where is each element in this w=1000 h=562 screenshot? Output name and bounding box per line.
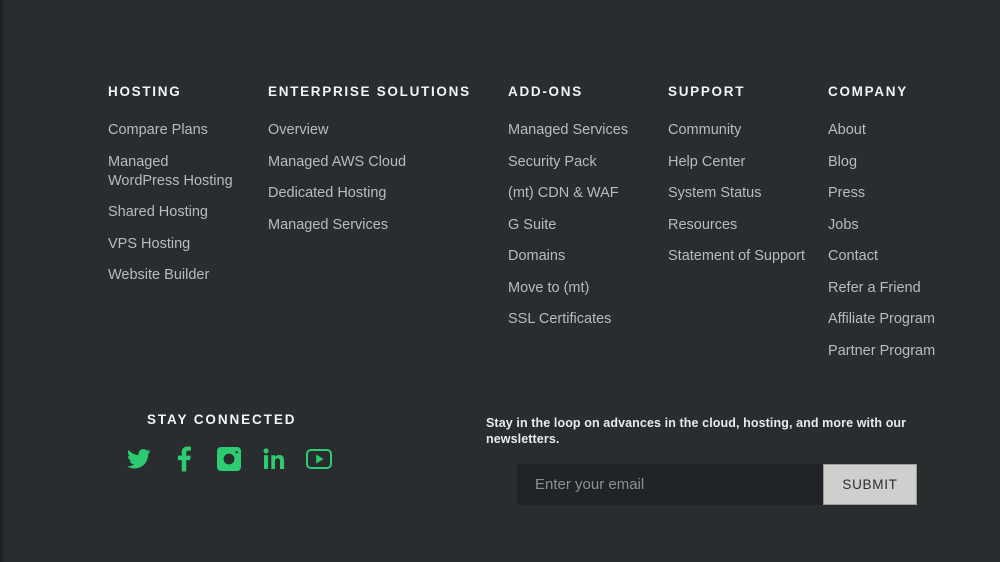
stay-connected-heading: STAY CONNECTED xyxy=(147,412,297,427)
column-link-list: Compare Plans Managed WordPress Hosting … xyxy=(108,121,268,285)
footer-link-managed-services[interactable]: Managed Services xyxy=(268,216,388,235)
list-item: Blog xyxy=(828,153,988,172)
column-heading: ADD-ONS xyxy=(508,84,583,99)
footer-link-blog[interactable]: Blog xyxy=(828,153,857,172)
social-link-instagram[interactable] xyxy=(206,444,251,474)
newsletter-section: Stay in the loop on advances in the clou… xyxy=(486,415,917,505)
list-item: Statement of Support xyxy=(668,247,828,266)
list-item: Website Builder xyxy=(108,266,268,285)
list-item: Refer a Friend xyxy=(828,279,988,298)
list-item: Help Center xyxy=(668,153,828,172)
list-item: Compare Plans xyxy=(108,121,268,140)
column-heading: HOSTING xyxy=(108,84,182,99)
column-heading: ENTERPRISE SOLUTIONS xyxy=(268,84,471,99)
site-footer: HOSTING Compare Plans Managed WordPress … xyxy=(0,0,1000,562)
footer-link-move-to-mt[interactable]: Move to (mt) xyxy=(508,279,589,298)
list-item: Resources xyxy=(668,216,828,235)
column-heading: SUPPORT xyxy=(668,84,746,99)
newsletter-signup-form: SUBMIT xyxy=(517,464,917,505)
footer-link-security-pack[interactable]: Security Pack xyxy=(508,153,597,172)
facebook-icon xyxy=(177,446,191,472)
list-item: About xyxy=(828,121,988,140)
list-item: Managed Services xyxy=(508,121,668,140)
instagram-icon xyxy=(216,447,241,471)
stay-connected-section: STAY CONNECTED xyxy=(126,411,447,472)
list-item: Overview xyxy=(268,121,508,140)
footer-link-resources[interactable]: Resources xyxy=(668,216,737,235)
footer-link-website-builder[interactable]: Website Builder xyxy=(108,266,209,285)
footer-link-refer-a-friend[interactable]: Refer a Friend xyxy=(828,279,921,298)
footer-column-support: SUPPORT Community Help Center System Sta… xyxy=(668,84,828,266)
submit-button[interactable]: SUBMIT xyxy=(823,464,917,505)
footer-link-compare-plans[interactable]: Compare Plans xyxy=(108,121,208,140)
footer-nav-columns: HOSTING Compare Plans Managed WordPress … xyxy=(108,84,988,361)
footer-link-shared-hosting[interactable]: Shared Hosting xyxy=(108,203,208,222)
column-link-list: About Blog Press Jobs Contact Refer a Fr… xyxy=(828,121,988,361)
footer-link-ssl-certificates[interactable]: SSL Certificates xyxy=(508,310,611,329)
footer-link-domains[interactable]: Domains xyxy=(508,247,565,266)
footer-column-company: COMPANY About Blog Press Jobs Contact Re… xyxy=(828,84,988,361)
list-item: Press xyxy=(828,184,988,203)
page-left-edge xyxy=(0,0,3,562)
footer-link-community[interactable]: Community xyxy=(668,121,741,140)
footer-column-hosting: HOSTING Compare Plans Managed WordPress … xyxy=(108,84,268,285)
list-item: Dedicated Hosting xyxy=(268,184,508,203)
footer-link-about[interactable]: About xyxy=(828,121,866,140)
list-item: Managed AWS Cloud xyxy=(268,153,508,172)
footer-link-managed-services[interactable]: Managed Services xyxy=(508,121,628,140)
list-item: Community xyxy=(668,121,828,140)
column-link-list: Managed Services Security Pack (mt) CDN … xyxy=(508,121,668,329)
social-links-row xyxy=(116,444,341,474)
list-item: Contact xyxy=(828,247,988,266)
footer-link-overview[interactable]: Overview xyxy=(268,121,328,140)
footer-link-jobs[interactable]: Jobs xyxy=(828,216,859,235)
social-link-facebook[interactable] xyxy=(161,444,206,474)
list-item: System Status xyxy=(668,184,828,203)
footer-link-cdn-waf[interactable]: (mt) CDN & WAF xyxy=(508,184,619,203)
footer-column-add-ons: ADD-ONS Managed Services Security Pack (… xyxy=(508,84,668,329)
social-link-twitter[interactable] xyxy=(116,444,161,474)
twitter-icon xyxy=(126,449,151,469)
list-item: (mt) CDN & WAF xyxy=(508,184,668,203)
social-link-linkedin[interactable] xyxy=(251,444,296,474)
footer-link-statement-of-support[interactable]: Statement of Support xyxy=(668,247,805,266)
email-input[interactable] xyxy=(517,464,823,505)
footer-link-affiliate-program[interactable]: Affiliate Program xyxy=(828,310,935,329)
column-heading: COMPANY xyxy=(828,84,908,99)
footer-link-contact[interactable]: Contact xyxy=(828,247,878,266)
list-item: Domains xyxy=(508,247,668,266)
footer-link-dedicated-hosting[interactable]: Dedicated Hosting xyxy=(268,184,387,203)
footer-link-managed-aws-cloud[interactable]: Managed AWS Cloud xyxy=(268,153,406,172)
list-item: G Suite xyxy=(508,216,668,235)
list-item: SSL Certificates xyxy=(508,310,668,329)
list-item: Partner Program xyxy=(828,342,988,361)
footer-link-help-center[interactable]: Help Center xyxy=(668,153,745,172)
footer-link-press[interactable]: Press xyxy=(828,184,865,203)
list-item: Affiliate Program xyxy=(828,310,988,329)
column-link-list: Community Help Center System Status Reso… xyxy=(668,121,828,266)
list-item: Security Pack xyxy=(508,153,668,172)
list-item: Jobs xyxy=(828,216,988,235)
footer-column-enterprise-solutions: ENTERPRISE SOLUTIONS Overview Managed AW… xyxy=(268,84,508,235)
list-item: VPS Hosting xyxy=(108,235,268,254)
footer-link-vps-hosting[interactable]: VPS Hosting xyxy=(108,235,190,254)
newsletter-description: Stay in the loop on advances in the clou… xyxy=(486,416,907,446)
footer-link-g-suite[interactable]: G Suite xyxy=(508,216,556,235)
footer-link-managed-wordpress-hosting[interactable]: Managed WordPress Hosting xyxy=(108,153,240,191)
social-link-youtube[interactable] xyxy=(296,444,341,474)
list-item: Managed WordPress Hosting xyxy=(108,153,268,191)
list-item: Shared Hosting xyxy=(108,203,268,222)
list-item: Managed Services xyxy=(268,216,508,235)
column-link-list: Overview Managed AWS Cloud Dedicated Hos… xyxy=(268,121,508,235)
linkedin-icon xyxy=(263,448,285,470)
footer-link-system-status[interactable]: System Status xyxy=(668,184,761,203)
youtube-icon xyxy=(305,449,332,469)
list-item: Move to (mt) xyxy=(508,279,668,298)
footer-link-partner-program[interactable]: Partner Program xyxy=(828,342,935,361)
